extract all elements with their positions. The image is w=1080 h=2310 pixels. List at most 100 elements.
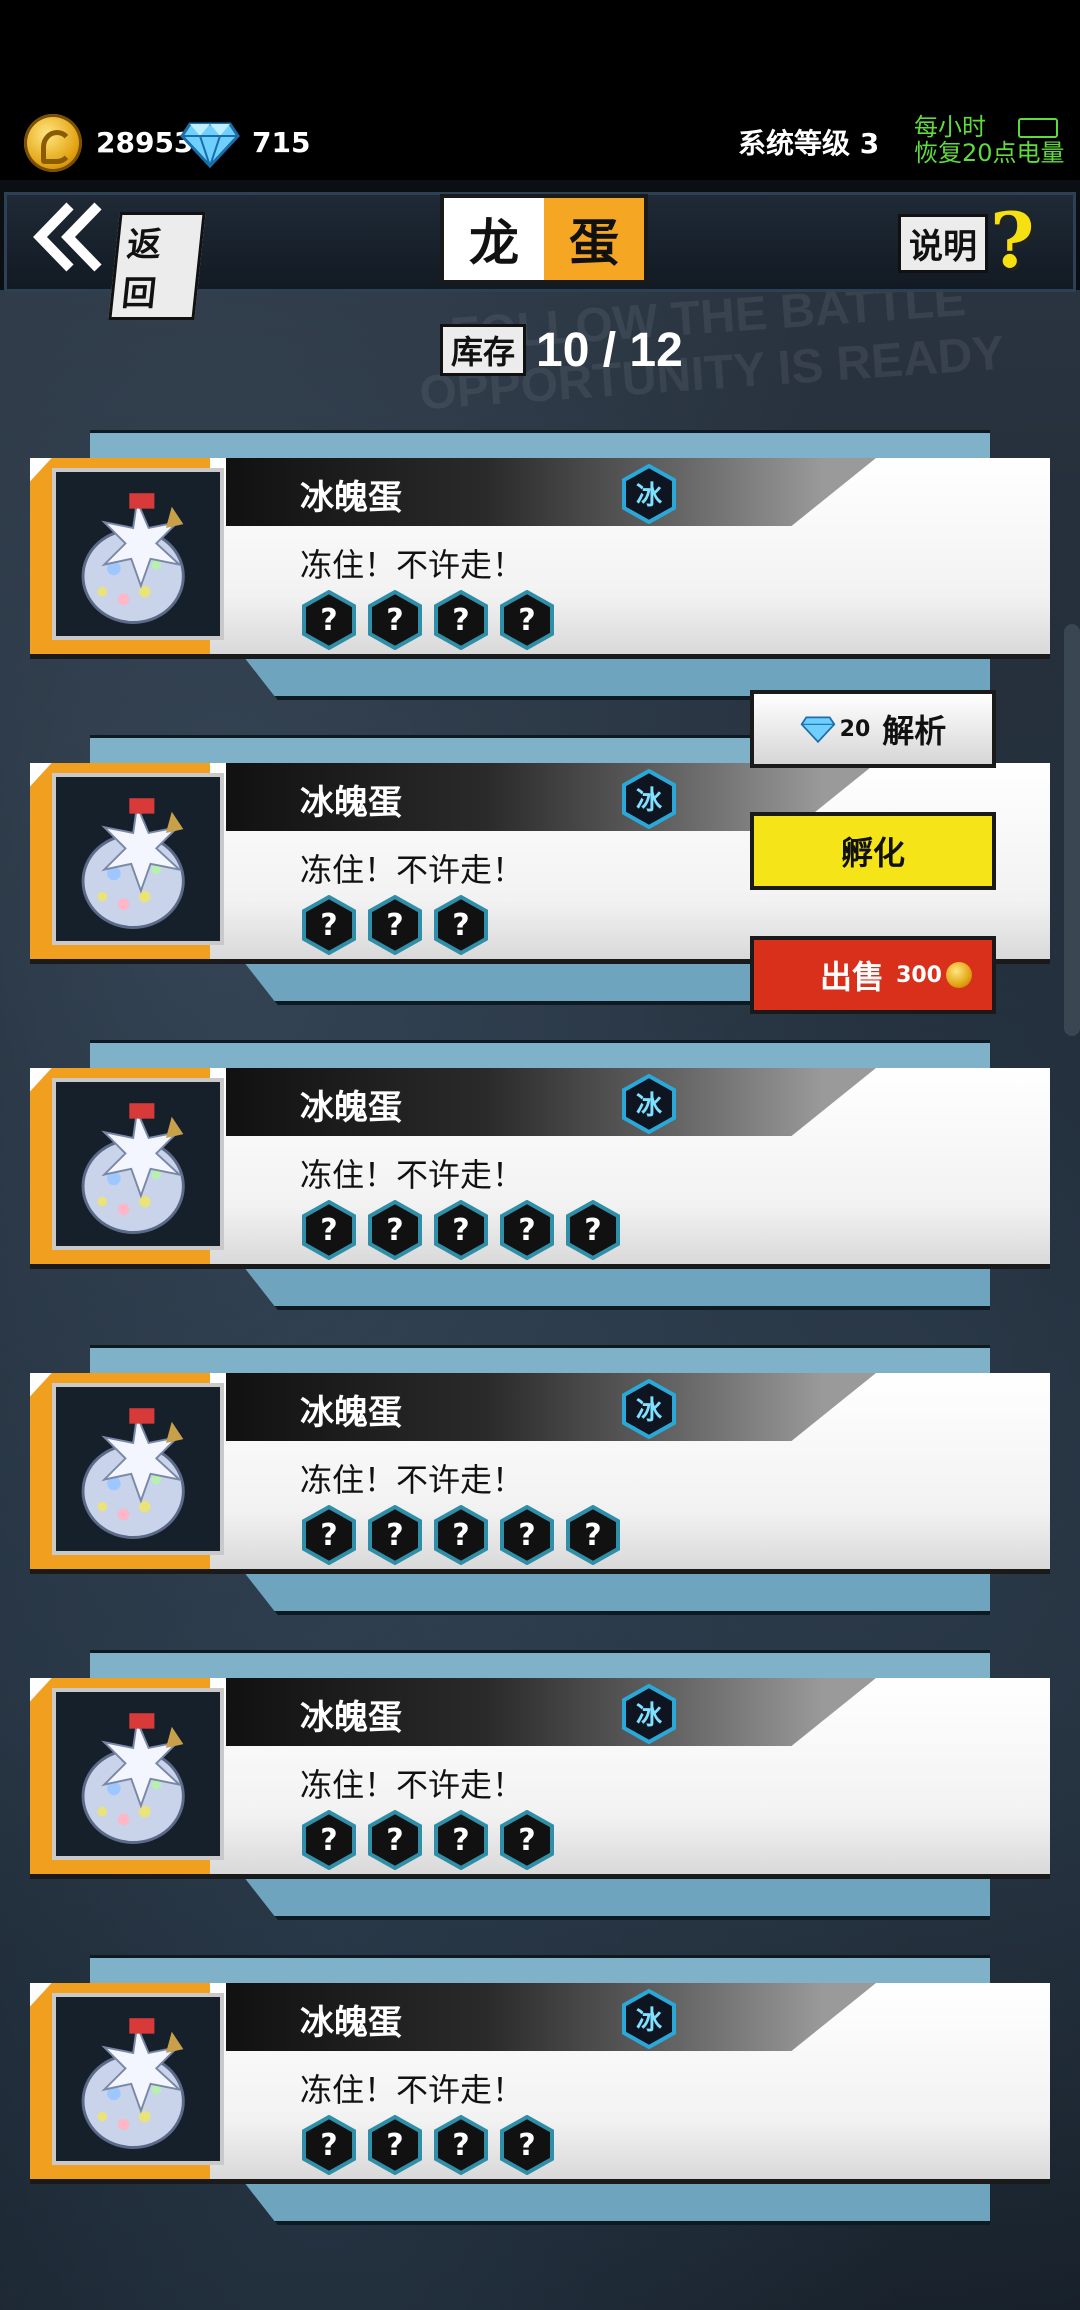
skill-slots: ? ? ? ? [302,589,554,651]
locked-skill-slot-icon: ? [302,2114,356,2176]
slot-symbol: ? [320,908,337,943]
egg-portrait [52,468,224,640]
slot-symbol: ? [518,2128,535,2163]
slot-symbol: ? [518,1823,535,1858]
skill-slots: ? ? ? ? ? [302,1199,620,1261]
slot-symbol: ? [386,1518,403,1553]
ice-element-icon: 冰 [622,1073,676,1135]
locked-skill-slot-icon: ? [566,1504,620,1566]
egg-card[interactable]: 冰魄蛋 冰 冻住！不许走！ ? ? ? ? [30,430,1050,700]
slot-symbol: ? [584,1213,601,1248]
locked-skill-slot-icon: ? [434,589,488,651]
question-mark-icon: ? [990,196,1035,285]
coin-count: 28953 [96,126,194,159]
egg-description: 冻住！不许走！ [300,1156,525,1194]
card-body: 冰魄蛋 冰 冻住！不许走！ ? ? ? ? [30,458,1050,659]
locked-skill-slot-icon: ? [434,1809,488,1871]
help-button[interactable]: 说明 ? [898,196,1048,285]
recovery-line-2: 恢复20点电量 [914,139,1065,167]
help-label: 说明 [898,214,988,273]
egg-name: 冰魄蛋 [300,1698,402,1738]
locked-skill-slot-icon: ? [368,894,422,956]
locked-skill-slot-icon: ? [368,1809,422,1871]
egg-name: 冰魄蛋 [300,783,402,823]
card-body: 冰魄蛋 冰 冻住！不许走！ ? ? ? ? ? [30,1373,1050,1574]
skill-slots: ? ? ? ? ? [302,1504,620,1566]
slot-symbol: ? [518,1213,535,1248]
locked-skill-slot-icon: ? [500,2114,554,2176]
double-chevron-left-icon [33,202,102,272]
card-bottom-strip [240,1567,990,1615]
locked-skill-slot-icon: ? [368,589,422,651]
egg-portrait [52,1688,224,1860]
slot-symbol: ? [320,2128,337,2163]
page-title: 龙 蛋 [440,194,648,284]
ice-element-icon: 冰 [622,1378,676,1440]
inventory-counter: 库存 10 / 12 [440,324,683,377]
slot-symbol: ? [584,1518,601,1553]
analyze-cost-value: 20 [839,716,871,742]
diamond-icon [180,122,240,168]
slot-symbol: ? [320,1518,337,1553]
element-label: 冰 [636,1091,663,1121]
skill-slots: ? ? ? ? [302,2114,554,2176]
locked-skill-slot-icon: ? [500,1504,554,1566]
locked-skill-slot-icon: ? [368,1504,422,1566]
gem-count: 715 [252,126,311,159]
locked-skill-slot-icon: ? [434,1199,488,1261]
locked-skill-slot-icon: ? [368,1199,422,1261]
egg-description: 冻住！不许走！ [300,2071,525,2109]
diamond-icon [800,716,836,743]
hatch-button[interactable]: 孵化 [750,812,996,890]
analyze-button[interactable]: 20 解析 [750,690,996,768]
locked-skill-slot-icon: ? [566,1199,620,1261]
skill-slots: ? ? ? ? [302,1809,554,1871]
egg-card[interactable]: 冰魄蛋 冰 冻住！不许走！ ? ? ? ? [30,1650,1050,1920]
back-button[interactable]: 返回 [30,200,206,320]
egg-card[interactable]: 冰魄蛋 冰 冻住！不许走！ ? ? ? ? ? [30,1345,1050,1615]
title-part-1: 龙 [444,198,544,280]
slot-symbol: ? [320,603,337,638]
egg-card[interactable]: 冰魄蛋 冰 冻住！不许走！ ? ? ? ? [30,1955,1050,2225]
slot-symbol: ? [386,1213,403,1248]
sell-price: 300 [896,962,972,988]
egg-portrait [52,773,224,945]
ice-element-icon: 冰 [622,463,676,525]
slot-symbol: ? [452,2128,469,2163]
locked-skill-slot-icon: ? [302,894,356,956]
system-level: 系统等级 3 [738,127,880,160]
egg-description: 冻住！不许走！ [300,851,525,889]
slot-symbol: ? [452,908,469,943]
card-body: 冰魄蛋 冰 冻住！不许走！ ? ? ? ? [30,1678,1050,1879]
ice-element-icon: 冰 [622,768,676,830]
analyze-label: 解析 [882,712,947,750]
ice-element-icon: 冰 [622,1683,676,1745]
slot-symbol: ? [452,1213,469,1248]
slot-symbol: ? [320,1213,337,1248]
element-label: 冰 [636,2006,663,2036]
slot-symbol: ? [386,603,403,638]
battery-icon [1018,118,1058,138]
egg-portrait [52,1383,224,1555]
egg-portrait [52,1993,224,2165]
egg-description: 冻住！不许走！ [300,1461,525,1499]
sell-button[interactable]: 出售 300 [750,936,996,1014]
inventory-value: 10 / 12 [536,323,683,377]
scrollbar[interactable] [1064,624,1080,1036]
locked-skill-slot-icon: ? [500,589,554,651]
title-part-2: 蛋 [544,198,644,280]
slot-symbol: ? [452,1518,469,1553]
egg-description: 冻住！不许走！ [300,1766,525,1804]
egg-name: 冰魄蛋 [300,2003,402,2043]
locked-skill-slot-icon: ? [368,2114,422,2176]
card-bottom-strip [240,1872,990,1920]
egg-card[interactable]: 冰魄蛋 冰 冻住！不许走！ ? ? ? ? ? [30,1040,1050,1310]
locked-skill-slot-icon: ? [434,894,488,956]
card-body: 冰魄蛋 冰 冻住！不许走！ ? ? ? ? ? [30,1068,1050,1269]
locked-skill-slot-icon: ? [302,1809,356,1871]
locked-skill-slot-icon: ? [434,1504,488,1566]
coin-icon [24,114,82,172]
locked-skill-slot-icon: ? [434,2114,488,2176]
locked-skill-slot-icon: ? [500,1199,554,1261]
egg-portrait [52,1078,224,1250]
